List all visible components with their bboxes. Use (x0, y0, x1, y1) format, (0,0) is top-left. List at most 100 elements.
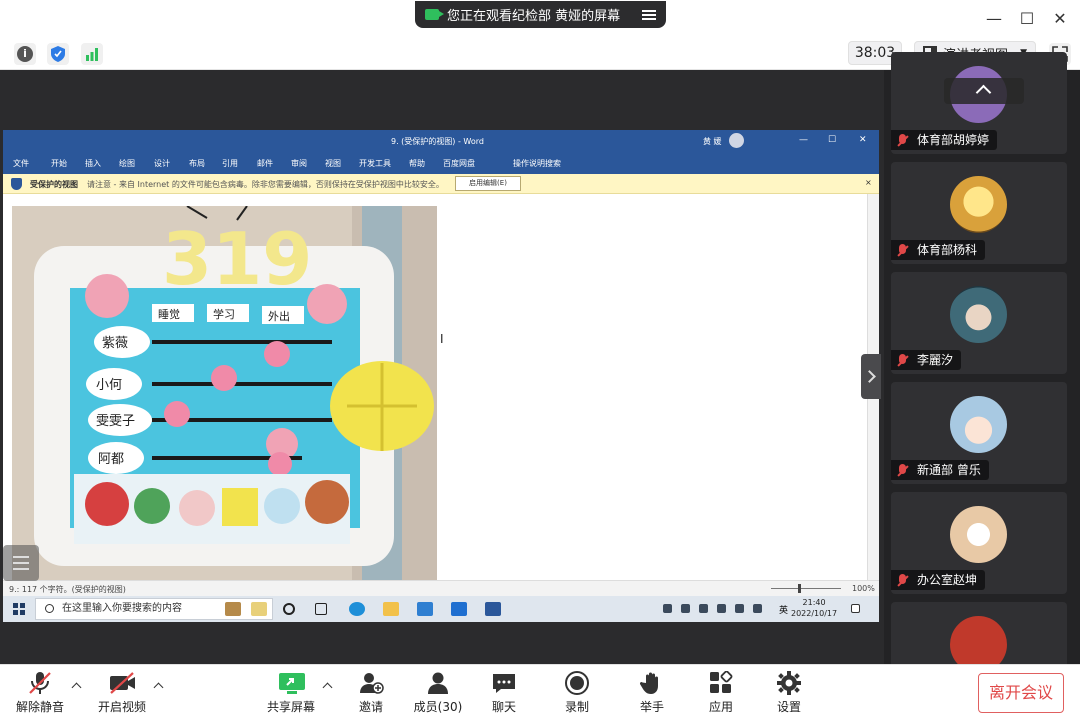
screen-share-notice[interactable]: 您正在观看纪检部 黄娅的屏幕 (415, 1, 666, 28)
protected-view-message: 请注意 - 来自 Internet 的文件可能包含病毒。除非您需要编辑，否则保持… (87, 180, 444, 189)
settings-button[interactable]: 设置 (759, 671, 819, 717)
windows-taskbar: 在这里输入你要搜索的内容 英 21:40 2022/10/17 (3, 596, 879, 622)
mail-icon (417, 602, 433, 616)
record-icon (564, 671, 590, 695)
photo-name: 阿都 (98, 452, 124, 467)
taskbar-clock: 21:40 2022/10/17 (791, 597, 837, 619)
chevron-up-icon[interactable] (323, 681, 333, 691)
word-title-bar: 9. (受保护的视图) - Word 黄 媛 — ☐ ✕ (3, 130, 879, 152)
record-button[interactable]: 录制 (547, 671, 607, 717)
participant-name: 新通部 曾乐 (891, 460, 989, 480)
start-video-button[interactable]: 开启视频 (92, 671, 152, 717)
gear-icon (776, 671, 802, 695)
word-document-page: 319 睡觉 学习 外出 紫薇 小何 雯雯子 阿都 I (3, 194, 879, 580)
text-cursor-icon: I (440, 332, 444, 346)
info-icon[interactable]: i (14, 43, 36, 65)
cortana-icon (283, 603, 295, 615)
ribbon-tab: 帮助 (409, 159, 425, 168)
participant-tile[interactable] (891, 602, 1067, 673)
word-minimize-icon: — (799, 135, 808, 145)
shield-icon[interactable] (47, 43, 69, 65)
members-label: 成员(30) (413, 700, 463, 714)
avatar (950, 506, 1007, 563)
chevron-up-icon[interactable] (154, 681, 164, 691)
sidebar-toggle-handle[interactable] (861, 354, 881, 399)
collapse-up-button[interactable] (944, 78, 1024, 104)
participant-tile[interactable]: 办公室赵坤 (891, 492, 1067, 594)
tray-icon (699, 604, 708, 613)
input-language: 英 (779, 606, 789, 616)
edge-browser-icon (349, 602, 365, 616)
close-icon: × (865, 178, 872, 187)
shield-icon (11, 178, 22, 190)
muted-microphone-icon (27, 671, 53, 695)
minimize-button[interactable]: — (984, 8, 1004, 28)
shared-screen-menu-icon[interactable] (3, 545, 39, 581)
settings-label: 设置 (776, 700, 801, 714)
menu-icon[interactable] (642, 9, 656, 20)
word-status-text: 9.: 117 个字符。(受保护的视图) (9, 585, 126, 594)
word-close-icon: ✕ (859, 135, 867, 145)
ribbon-tab: 操作说明搜索 (513, 159, 561, 168)
participant-tile[interactable]: 新通部 曾乐 (891, 382, 1067, 484)
avatar (950, 286, 1007, 343)
ribbon-tab: 审阅 (291, 159, 307, 168)
zoom-slider-knob (798, 584, 801, 593)
chat-icon (491, 671, 517, 695)
chat-label: 聊天 (491, 700, 516, 714)
shared-screen-content: 9. (受保护的视图) - Word 黄 媛 — ☐ ✕ 文件 开始 插入 绘图… (3, 130, 879, 622)
avatar (950, 396, 1007, 453)
start-video-label: 开启视频 (97, 700, 146, 714)
tray-icon (681, 604, 690, 613)
add-user-icon (358, 671, 384, 695)
ribbon-tab: 百度网盘 (443, 159, 475, 168)
unmute-button[interactable]: 解除静音 (10, 671, 70, 717)
members-button[interactable]: 成员(30) (408, 671, 468, 717)
tray-icon (735, 604, 744, 613)
chat-button[interactable]: 聊天 (474, 671, 534, 717)
word-ribbon-tabs: 文件 开始 插入 绘图 设计 布局 引用 邮件 审阅 视图 开发工具 帮助 百度… (3, 152, 879, 174)
apps-button[interactable]: 应用 (691, 670, 751, 717)
protected-view-label: 受保护的视图 (30, 180, 78, 189)
protected-view-bar: 受保护的视图 请注意 - 来自 Internet 的文件可能包含病毒。除非您需要… (3, 174, 879, 194)
task-view-icon (315, 603, 327, 615)
ribbon-tab: 设计 (154, 159, 170, 168)
participant-tile[interactable]: 体育部杨科 (891, 162, 1067, 264)
members-icon (425, 671, 451, 695)
owl-icon (225, 602, 241, 616)
share-screen-button[interactable]: 共享屏幕 (261, 671, 321, 717)
tray-icon (663, 604, 672, 613)
invite-button[interactable]: 邀请 (341, 671, 401, 717)
participant-name: 李麗汐 (891, 350, 962, 370)
maximize-button[interactable]: ☐ (1017, 8, 1037, 28)
invite-label: 邀请 (358, 700, 383, 714)
apps-label: 应用 (708, 700, 733, 714)
apps-icon (708, 670, 734, 695)
video-off-icon (109, 671, 135, 695)
photo-name: 紫薇 (102, 336, 128, 351)
participant-tile[interactable]: 李麗汐 (891, 272, 1067, 374)
photo-header: 外出 (268, 309, 290, 323)
video-icon (425, 9, 444, 20)
meeting-control-bar: 解除静音 开启视频 共享屏幕 邀请 成员(30) 聊天 录制 举手 应用 设置 … (0, 664, 1080, 720)
close-button[interactable]: ✕ (1050, 8, 1070, 28)
avatar (729, 133, 744, 148)
signal-strength-icon[interactable] (81, 43, 103, 65)
photo-header: 睡觉 (158, 308, 180, 321)
title-bar: 您正在观看纪检部 黄娅的屏幕 — ☐ ✕ (0, 0, 1080, 36)
clock-date: 2022/10/17 (791, 609, 838, 618)
ribbon-tab: 文件 (13, 159, 29, 168)
share-notice-text: 您正在观看纪检部 黄娅的屏幕 (447, 9, 621, 24)
ribbon-tab: 邮件 (257, 159, 273, 168)
unmute-label: 解除静音 (15, 700, 64, 714)
enable-editing-button: 启用编辑(E) (455, 176, 521, 191)
ribbon-tab: 视图 (325, 159, 341, 168)
raise-hand-label: 举手 (639, 700, 664, 714)
chevron-up-icon[interactable] (72, 681, 82, 691)
participant-name: 体育部胡婷婷 (891, 130, 998, 150)
leave-meeting-button[interactable]: 离开会议 (978, 673, 1064, 713)
photo-name: 小何 (96, 377, 122, 393)
raise-hand-button[interactable]: 举手 (622, 671, 682, 717)
photo-header: 学习 (213, 307, 235, 321)
word-user-name: 黄 媛 (703, 137, 722, 146)
